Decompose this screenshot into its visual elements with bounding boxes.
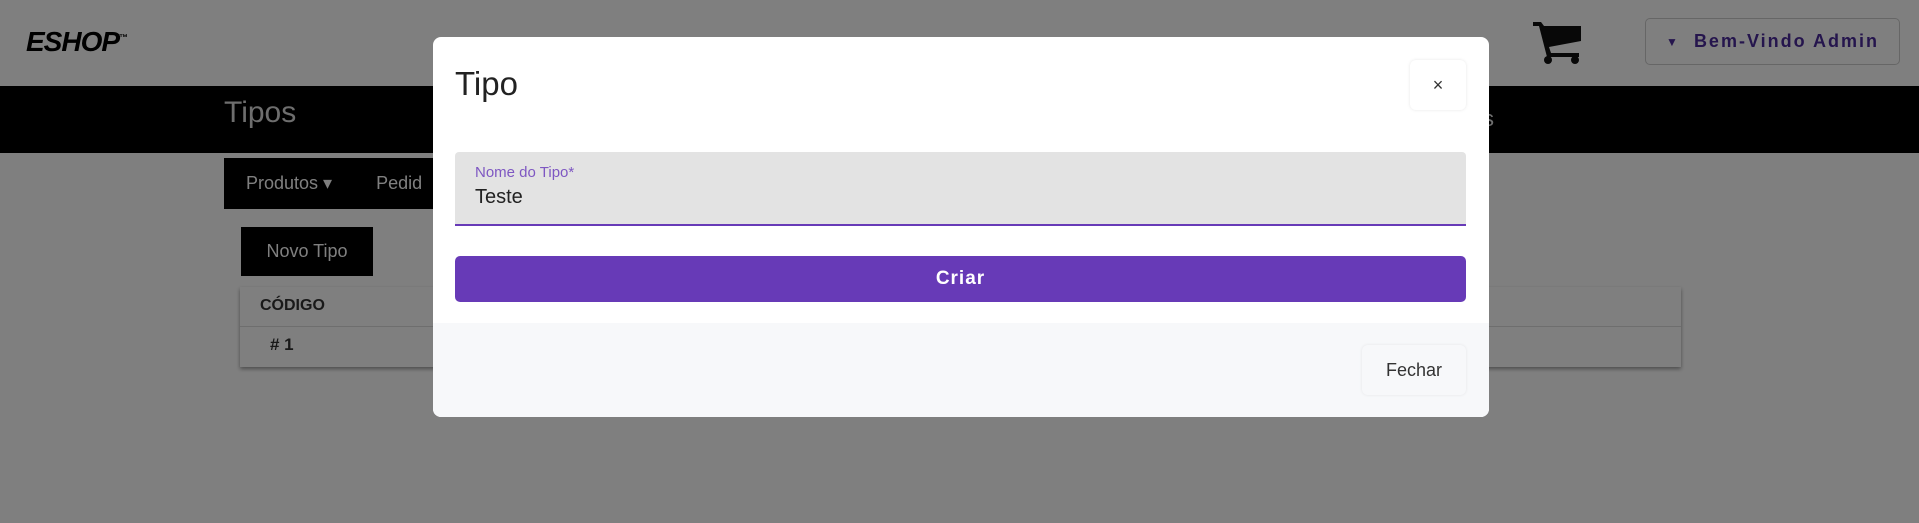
type-modal: Tipo × Nome do Tipo* Criar Fechar <box>433 37 1489 417</box>
type-name-input[interactable] <box>475 186 1375 209</box>
close-icon[interactable]: × <box>1410 60 1466 110</box>
create-button[interactable]: Criar <box>455 256 1466 302</box>
type-name-field[interactable]: Nome do Tipo* <box>455 152 1466 226</box>
type-name-label: Nome do Tipo* <box>475 164 575 181</box>
modal-footer: Fechar <box>433 323 1489 417</box>
modal-title: Tipo <box>455 65 518 102</box>
close-button[interactable]: Fechar <box>1362 345 1466 395</box>
